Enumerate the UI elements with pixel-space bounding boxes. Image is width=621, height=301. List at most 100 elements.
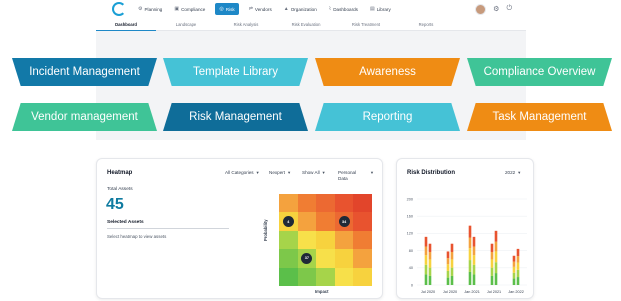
bar-segment[interactable] [494,262,498,274]
tab-risk-treatment[interactable]: Risk Treatment [336,18,396,31]
bar-segment[interactable] [428,251,432,260]
bar-segment[interactable] [490,251,494,260]
bar-segment[interactable] [428,243,432,252]
heatmap-cell[interactable] [353,249,372,268]
bar-segment[interactable] [424,255,428,265]
nav-item-dashboards[interactable]: ⌇ Dashboards [327,3,360,15]
awareness-tile[interactable]: Awareness [315,58,460,86]
bar-segment[interactable] [468,237,472,249]
impact-filter[interactable]: Nexpert ▼ [269,170,291,176]
bar-segment[interactable] [512,278,516,285]
bar-segment[interactable] [428,259,432,268]
bar-segment[interactable] [494,241,498,252]
bar-segment[interactable] [428,275,432,285]
category-filter[interactable]: All Categories ▼ [225,170,260,176]
incident-management-tile[interactable]: Incident Management [12,58,157,86]
heatmap-cell[interactable] [334,230,354,250]
bar-segment[interactable] [450,251,454,260]
template-library-tile[interactable]: Template Library [163,58,308,86]
bar-segment[interactable] [490,267,494,276]
bar-segment[interactable] [450,259,454,268]
settings-icon[interactable]: ⚙ [493,5,499,13]
heatmap-cell[interactable]: 4 [279,212,298,231]
bar-segment[interactable] [472,246,476,256]
show-filter[interactable]: Show All ▼ [302,170,326,176]
bar-segment[interactable] [490,259,494,268]
bar-segment[interactable] [446,264,450,271]
avatar[interactable] [475,3,487,15]
bar-segment[interactable] [512,266,516,273]
heatmap-cell[interactable] [316,267,335,286]
bar-segment[interactable] [424,274,428,285]
bar-segment[interactable] [446,258,450,265]
bar-segment[interactable] [450,267,454,276]
bar-segment[interactable] [424,264,428,275]
heatmap-cell[interactable] [297,267,317,286]
bar-segment[interactable] [472,264,476,275]
bar-segment[interactable] [468,271,472,285]
bar-segment[interactable] [490,275,494,285]
heatmap-cell[interactable] [334,267,354,286]
power-icon[interactable]: ⏻ [506,5,512,13]
task-management-tile[interactable]: Task Management [467,103,612,131]
bar-segment[interactable] [494,251,498,263]
heatmap-cell[interactable] [279,194,298,213]
reporting-tile[interactable]: Reporting [315,103,460,131]
tab-risk-evaluation[interactable]: Risk Evaluation [276,18,336,31]
nav-item-risk[interactable]: ◎ Risk [215,3,239,15]
bar-segment[interactable] [472,255,476,265]
nav-item-library[interactable]: ▤ Library [368,3,393,15]
heatmap-cell[interactable] [334,249,354,268]
heatmap-cell[interactable] [316,212,335,231]
bar-segment[interactable] [512,255,516,262]
bar-segment[interactable] [516,269,520,278]
vendor-management-tile[interactable]: Vendor management [12,103,157,131]
heatmap-cell[interactable] [297,230,317,250]
heatmap-cell[interactable] [353,267,372,286]
nav-item-vendors[interactable]: ⇌ Vendors [247,3,274,15]
heatmap-cell[interactable]: 37 [297,249,317,268]
bar-segment[interactable] [468,260,472,272]
tab-reports[interactable]: Reports [396,18,456,31]
heatmap-cell[interactable] [279,267,298,286]
bar-segment[interactable] [516,262,520,270]
tab-risk-analysis[interactable]: Risk Analysis [216,18,276,31]
heatmap-cell[interactable] [353,230,372,250]
bar-segment[interactable] [494,230,498,242]
bar-segment[interactable] [424,246,428,256]
personal-data-filter[interactable]: Personal Data ▼ [338,170,374,182]
heatmap-count-badge[interactable]: 4 [282,216,294,228]
nav-item-compliance[interactable]: ▣ Compliance [172,3,207,15]
bar-segment[interactable] [450,275,454,285]
risk-management-tile[interactable]: Risk Management [163,103,308,131]
bar-segment[interactable] [450,243,454,252]
compliance-overview-tile[interactable]: Compliance Overview [467,58,612,86]
bar-segment[interactable] [446,251,450,259]
bar-segment[interactable] [446,270,450,278]
heatmap-cell[interactable] [353,194,372,213]
tab-landscape[interactable]: Landscape [156,18,216,31]
heatmap-cell[interactable] [316,194,335,213]
bar-segment[interactable] [516,248,520,257]
nav-item-organization[interactable]: ▲ Organization [282,3,319,15]
heatmap-cell[interactable] [279,249,298,268]
heatmap-count-badge[interactable]: 34 [338,216,350,228]
bar-segment[interactable] [468,225,472,238]
heatmap-cell[interactable] [353,212,372,231]
bar-segment[interactable] [512,261,516,267]
nav-item-planning[interactable]: ⚙ Planning [136,3,164,15]
tab-dashboard[interactable]: Dashboard [96,18,156,31]
bar-segment[interactable] [490,243,494,252]
heatmap-cell[interactable] [316,249,335,268]
bar-segment[interactable] [472,274,476,285]
bar-segment[interactable] [472,236,476,247]
heatmap-cell[interactable] [279,230,298,250]
bar-segment[interactable] [446,277,450,285]
heatmap-count-badge[interactable]: 37 [301,252,313,264]
logo-icon[interactable] [112,2,126,16]
bar-segment[interactable] [424,236,428,247]
heatmap-cell[interactable]: 34 [334,212,354,231]
heatmap-cell[interactable] [316,230,335,250]
heatmap-cell[interactable] [297,194,317,213]
bar-segment[interactable] [468,248,472,261]
